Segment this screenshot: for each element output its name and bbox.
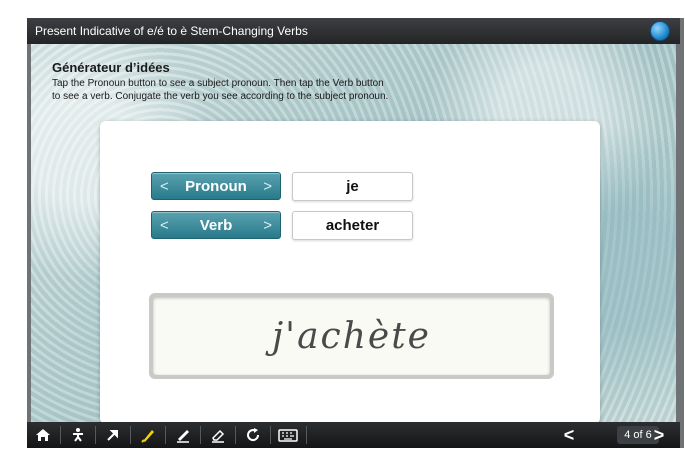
- keyboard-icon[interactable]: [274, 422, 302, 448]
- activity-heading: Générateur d’idées: [52, 60, 170, 75]
- previous-page-button[interactable]: <: [555, 422, 583, 448]
- window-title: Present Indicative of e/é to è Stem-Chan…: [35, 24, 308, 38]
- eraser-icon[interactable]: [204, 422, 232, 448]
- verb-button-label: Verb: [199, 216, 233, 234]
- pin-icon[interactable]: [99, 422, 127, 448]
- chevron-right-icon[interactable]: >: [263, 178, 272, 195]
- handwritten-answer: j'achète: [153, 297, 550, 375]
- instructions-line-1: Tap the Pronoun button to see a subject …: [52, 78, 384, 89]
- answer-writing-area[interactable]: j'achète: [149, 293, 554, 379]
- chevron-left-icon[interactable]: <: [160, 217, 169, 234]
- instructions-panel: Générateur d’idées Tap the Pronoun butto…: [52, 60, 472, 103]
- bottom-toolbar: < 4 of 6 >: [27, 422, 680, 448]
- pronoun-button-label: Pronoun: [185, 177, 247, 195]
- pronoun-output: je: [292, 172, 413, 201]
- refresh-icon[interactable]: [239, 422, 267, 448]
- title-bar: Present Indicative of e/é to è Stem-Chan…: [27, 18, 680, 44]
- chevron-right-icon[interactable]: >: [263, 217, 272, 234]
- home-icon[interactable]: [29, 422, 57, 448]
- instructions-line-2: to see a verb. Conjugate the verb you se…: [52, 91, 389, 102]
- globe-icon[interactable]: [650, 21, 670, 41]
- next-page-button[interactable]: >: [645, 422, 673, 448]
- chevron-left-icon[interactable]: <: [160, 178, 169, 195]
- pronoun-button[interactable]: < Pronoun >: [151, 172, 281, 200]
- figure-icon[interactable]: [64, 422, 92, 448]
- verb-button[interactable]: < Verb >: [151, 211, 281, 239]
- verb-output: acheter: [292, 211, 413, 240]
- pen-icon[interactable]: [169, 422, 197, 448]
- highlighter-icon[interactable]: [134, 422, 162, 448]
